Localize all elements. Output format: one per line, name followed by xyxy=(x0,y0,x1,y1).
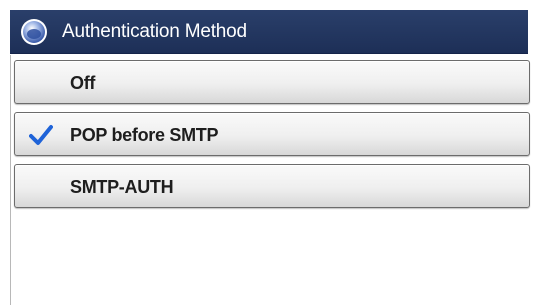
page-title: Authentication Method xyxy=(62,21,247,42)
authentication-options-list: Off POP before SMTP SMTP-AUTH xyxy=(14,60,530,216)
option-off[interactable]: Off xyxy=(14,60,530,104)
title-bar: Authentication Method xyxy=(10,10,528,54)
settings-disc-icon xyxy=(21,19,47,45)
option-smtp-auth[interactable]: SMTP-AUTH xyxy=(14,164,530,208)
option-label: Off xyxy=(70,73,96,93)
option-pop-before-smtp[interactable]: POP before SMTP xyxy=(14,112,530,156)
option-label: POP before SMTP xyxy=(70,125,219,145)
panel-edge xyxy=(10,55,11,305)
checkmark-icon xyxy=(29,125,53,145)
authentication-method-screen: Authentication Method Off POP before SMT… xyxy=(0,0,538,305)
option-label: SMTP-AUTH xyxy=(70,177,174,197)
